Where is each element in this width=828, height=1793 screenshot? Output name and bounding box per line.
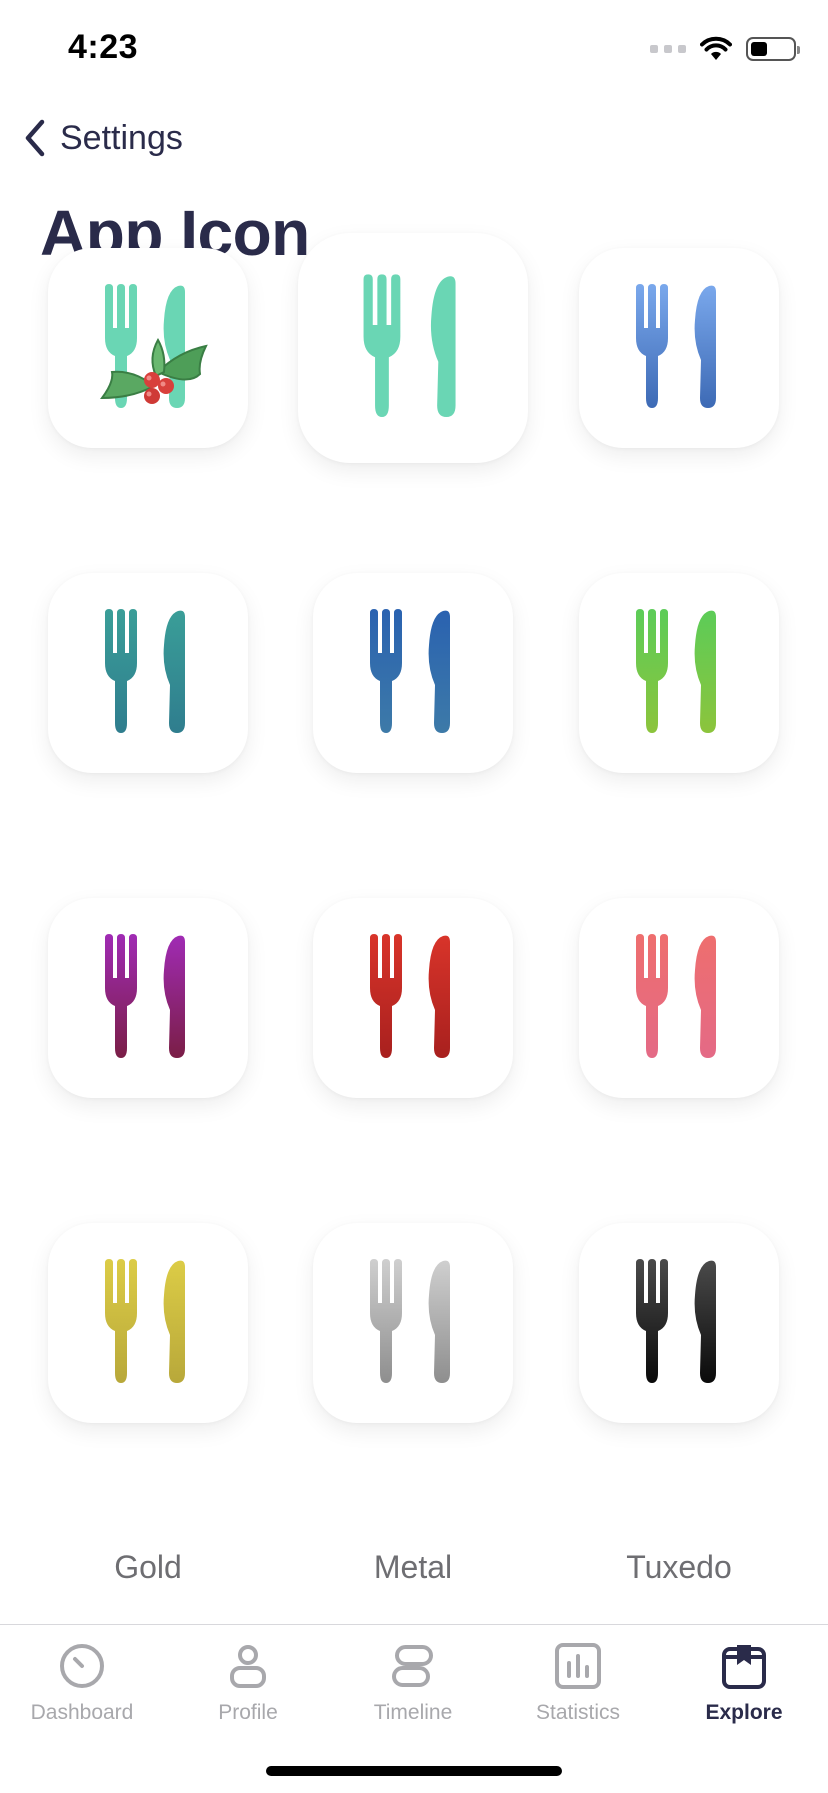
person-icon [230,1645,266,1688]
app-icon-option-ocean[interactable] [313,573,513,773]
cutlery-icon [636,1259,716,1383]
back-label: Settings [60,118,183,157]
tab-label: Dashboard [30,1701,134,1724]
app-icon-option-spring[interactable] [579,573,779,773]
app-icon-option-vampire[interactable] [313,898,513,1098]
cutlery-icon [370,1259,450,1383]
chevron-left-icon [25,119,45,157]
gauge-icon [60,1644,104,1688]
cutlery-icon [100,284,208,408]
book-icon [722,1645,766,1689]
tab-dashboard[interactable]: Dashboard [7,1641,157,1725]
battery-icon [746,37,800,61]
home-indicator [266,1766,562,1776]
wifi-icon [700,36,732,60]
cutlery-icon [370,934,450,1058]
tab-label: Explore [705,1701,783,1724]
app-icon-option-tuxedo[interactable] [579,1223,779,1423]
app-icon-label: Gold [114,1549,182,1585]
tab-label: Statistics [535,1701,621,1724]
back-button[interactable]: Settings [22,118,183,158]
app-icon-option-ice[interactable] [48,573,248,773]
status-icons [650,34,800,64]
tab-timeline[interactable]: Timeline [338,1641,488,1725]
cutlery-icon [370,609,450,733]
timeline-icon [392,1645,433,1687]
app-icon-label: Metal [373,1549,453,1585]
cellular-icon [650,45,686,53]
app-icon-option-classic[interactable] [298,233,528,463]
app-icon-option-metal[interactable] [313,1223,513,1423]
cutlery-icon [636,934,716,1058]
cutlery-icon [105,1259,185,1383]
tab-label: Timeline [373,1701,453,1724]
cutlery-icon [636,609,716,733]
tab-label: Profile [218,1701,278,1724]
app-icon-option-christmas[interactable] [48,248,248,448]
status-time: 4:23 [68,28,139,66]
tab-statistics[interactable]: Statistics [503,1641,653,1725]
app-icon-option-sky[interactable] [579,248,779,448]
bar-chart-icon [555,1643,601,1689]
tab-profile[interactable]: Profile [173,1641,323,1725]
app-icon-option-twilight[interactable] [48,898,248,1098]
app-icon-option-gold[interactable] [48,1223,248,1423]
cutlery-icon [363,274,456,417]
app-icon-option-valentine[interactable] [579,898,779,1098]
cutlery-icon [105,609,185,733]
cutlery-icon [105,934,185,1058]
tab-explore[interactable]: Explore [669,1641,819,1725]
cutlery-icon [636,284,716,408]
app-icon-label: Tuxedo [626,1549,732,1585]
